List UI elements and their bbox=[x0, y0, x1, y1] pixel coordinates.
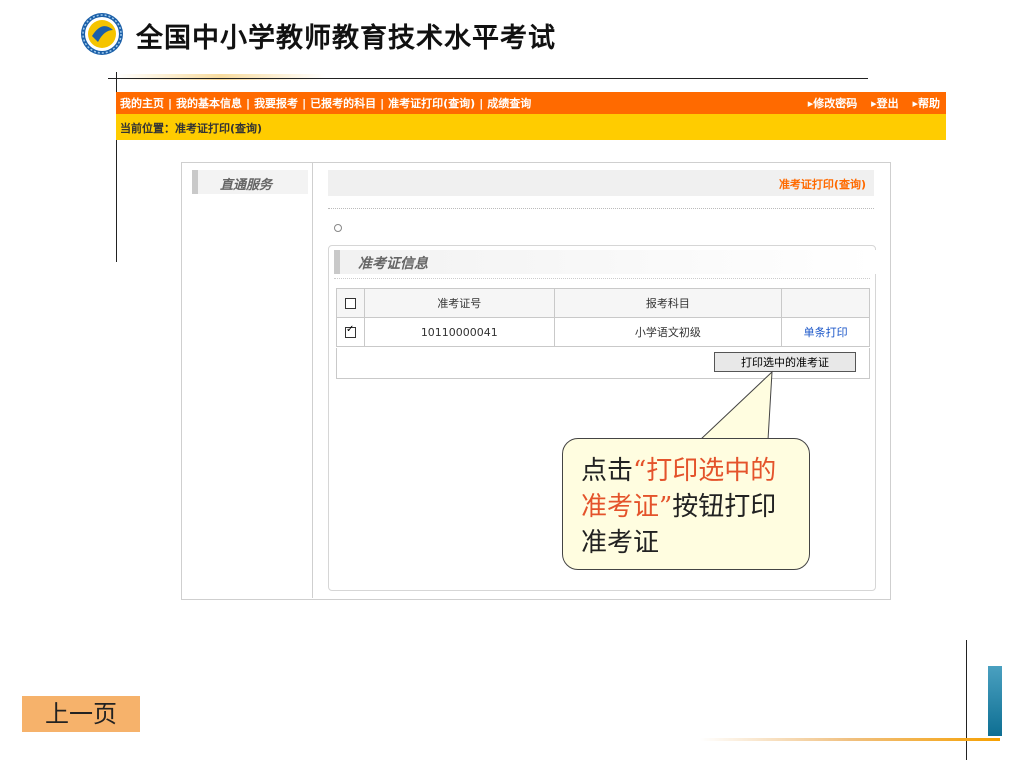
callout-text-prefix: 点击 bbox=[581, 456, 634, 486]
bullet-icon bbox=[334, 224, 342, 232]
nav-item-home[interactable]: 我的主页 bbox=[120, 97, 164, 110]
section-title-bar: 准考证信息 bbox=[334, 250, 876, 274]
section-title: 准考证信息 bbox=[358, 256, 428, 272]
sidebar-title: 直通服务 bbox=[192, 170, 308, 194]
decorative-line bbox=[108, 78, 868, 79]
exam-logo-icon bbox=[81, 13, 123, 55]
action-cell: 单条打印 bbox=[781, 317, 870, 347]
dotted-divider bbox=[328, 208, 874, 209]
ticket-number: 10110000041 bbox=[363, 317, 555, 347]
ticket-table: 准考证号 报考科目 10110000041 小学语文初级 单条打印 bbox=[336, 288, 870, 347]
sidebar-title-label: 直通服务 bbox=[220, 178, 273, 193]
select-all-cell bbox=[336, 288, 365, 318]
row-checkbox[interactable] bbox=[344, 324, 356, 338]
breadcrumb-bar: 当前位置：准考证打印(查询) bbox=[116, 114, 946, 140]
content-header: 准考证打印(查询) bbox=[328, 170, 874, 196]
callout-text: 点击“打印选中的准考证”按钮打印准考证 bbox=[581, 453, 801, 561]
print-selected-button[interactable]: 打印选中的准考证 bbox=[714, 352, 856, 372]
change-password-link[interactable]: ▸修改密码 bbox=[808, 97, 858, 110]
top-nav-bar: 我的主页 | 我的基本信息 | 我要报考 | 已报考的科目 | 准考证打印(查询) | 成绩查询 ▸… bbox=[116, 92, 946, 114]
decorative-line bbox=[966, 640, 967, 760]
breadcrumb: 当前位置：准考证打印(查询) bbox=[120, 122, 263, 135]
nav-item-basic-info[interactable]: 我的基本信息 bbox=[176, 97, 242, 110]
nav-item-admission-ticket[interactable]: 准考证打印(查询) bbox=[388, 97, 475, 110]
single-print-link[interactable]: 单条打印 bbox=[804, 326, 848, 339]
row-select-cell bbox=[336, 317, 365, 347]
help-link[interactable]: ▸帮助 bbox=[912, 97, 940, 110]
previous-page-button[interactable]: 上一页 bbox=[22, 696, 140, 732]
select-all-checkbox[interactable] bbox=[344, 298, 356, 309]
instruction-callout: 点击“打印选中的准考证”按钮打印准考证 bbox=[562, 438, 810, 570]
nav-item-register[interactable]: 我要报考 bbox=[254, 97, 298, 110]
page-title: 全国中小学教师教育技术水平考试 bbox=[136, 23, 556, 54]
column-header-ticket-no: 准考证号 bbox=[363, 288, 555, 318]
table-header-row: 准考证号 报考科目 bbox=[336, 288, 870, 318]
subject-name: 小学语文初级 bbox=[553, 317, 783, 347]
decorative-corner-bar bbox=[988, 666, 1002, 736]
nav-item-score-query[interactable]: 成绩查询 bbox=[487, 97, 531, 110]
dotted-divider bbox=[334, 278, 870, 279]
column-header-subject: 报考科目 bbox=[553, 288, 783, 318]
nav-item-registered-subjects[interactable]: 已报考的科目 bbox=[310, 97, 376, 110]
content-header-label: 准考证打印(查询) bbox=[778, 178, 866, 191]
column-header-action bbox=[781, 288, 870, 318]
table-row: 10110000041 小学语文初级 单条打印 bbox=[336, 317, 870, 347]
logout-link[interactable]: ▸登出 bbox=[871, 97, 899, 110]
decorative-top-bar bbox=[116, 74, 326, 80]
decorative-bottom-line bbox=[700, 738, 1000, 741]
sidebar-divider bbox=[312, 163, 313, 598]
